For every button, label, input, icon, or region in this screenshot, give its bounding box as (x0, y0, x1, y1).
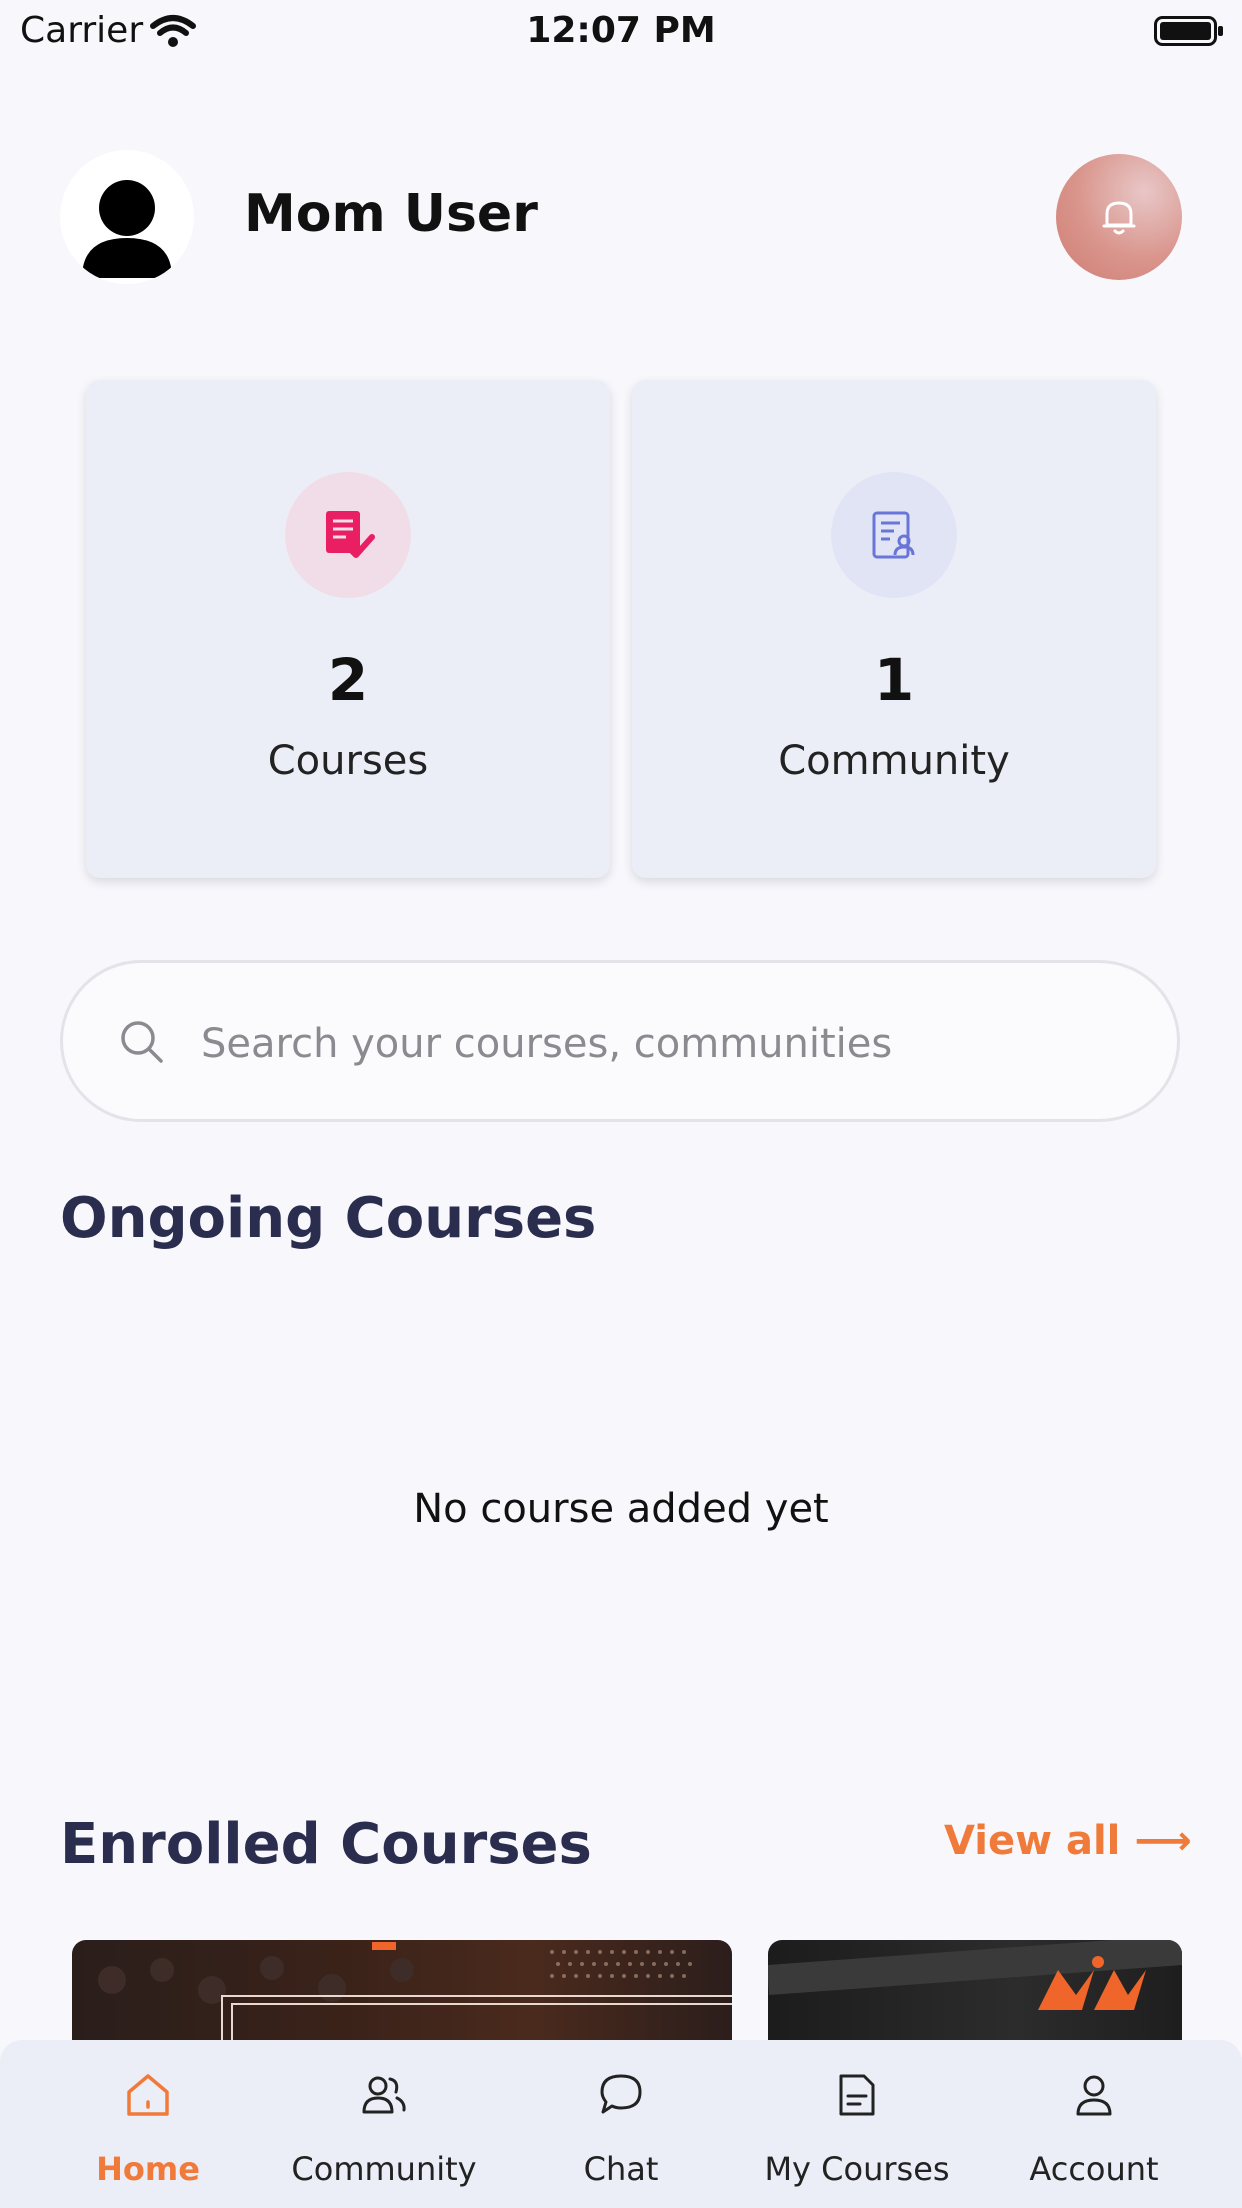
community-icon-circle (831, 472, 957, 598)
search-input[interactable] (199, 1003, 1103, 1085)
search-bar[interactable] (60, 960, 1180, 1122)
tab-home-label: Home (96, 2150, 200, 2188)
courses-label: Courses (267, 738, 429, 784)
community-count: 1 (873, 646, 915, 714)
battery-icon (1154, 16, 1223, 46)
tab-community-label: Community (291, 2150, 477, 2188)
tab-my-courses[interactable]: My Courses (733, 2040, 981, 2208)
status-bar: Carrier 12:07 PM (0, 0, 1242, 62)
user-icon (1076, 2075, 1112, 2116)
courses-icon-circle (285, 472, 411, 598)
view-all-link[interactable]: View all ⟶ (944, 1818, 1192, 1864)
community-label: Community (778, 738, 1010, 784)
courses-count: 2 (327, 646, 369, 714)
community-stat-card[interactable]: 1 Community (632, 380, 1156, 878)
document-icon (839, 2074, 875, 2116)
notification-button[interactable] (1056, 154, 1182, 280)
ongoing-courses-title: Ongoing Courses (60, 1186, 597, 1251)
user-silhouette-icon (82, 180, 172, 278)
tab-chat-label: Chat (583, 2150, 659, 2188)
tab-community[interactable]: Community (260, 2040, 508, 2208)
empty-state-text: No course added yet (413, 1486, 829, 1532)
tab-account-label: Account (1029, 2150, 1159, 2188)
user-name: Mom User (244, 184, 538, 244)
home-icon (127, 2074, 169, 2116)
document-user-icon (872, 511, 915, 559)
bell-icon (1102, 201, 1136, 235)
tab-my-courses-label: My Courses (764, 2150, 950, 2188)
enrolled-courses-title: Enrolled Courses (60, 1812, 592, 1877)
tab-chat[interactable]: Chat (497, 2040, 745, 2208)
tab-home[interactable]: Home (24, 2040, 272, 2208)
bottom-tab-bar: Home Community Chat My Courses Account (0, 2040, 1242, 2208)
chat-icon (600, 2074, 642, 2114)
tab-account[interactable]: Account (970, 2040, 1218, 2208)
users-icon (362, 2076, 406, 2114)
checklist-icon (326, 511, 375, 558)
avatar[interactable] (60, 150, 194, 284)
courses-stat-card[interactable]: 2 Courses (86, 380, 610, 878)
search-icon (121, 1021, 163, 1063)
clock: 12:07 PM (526, 10, 716, 51)
